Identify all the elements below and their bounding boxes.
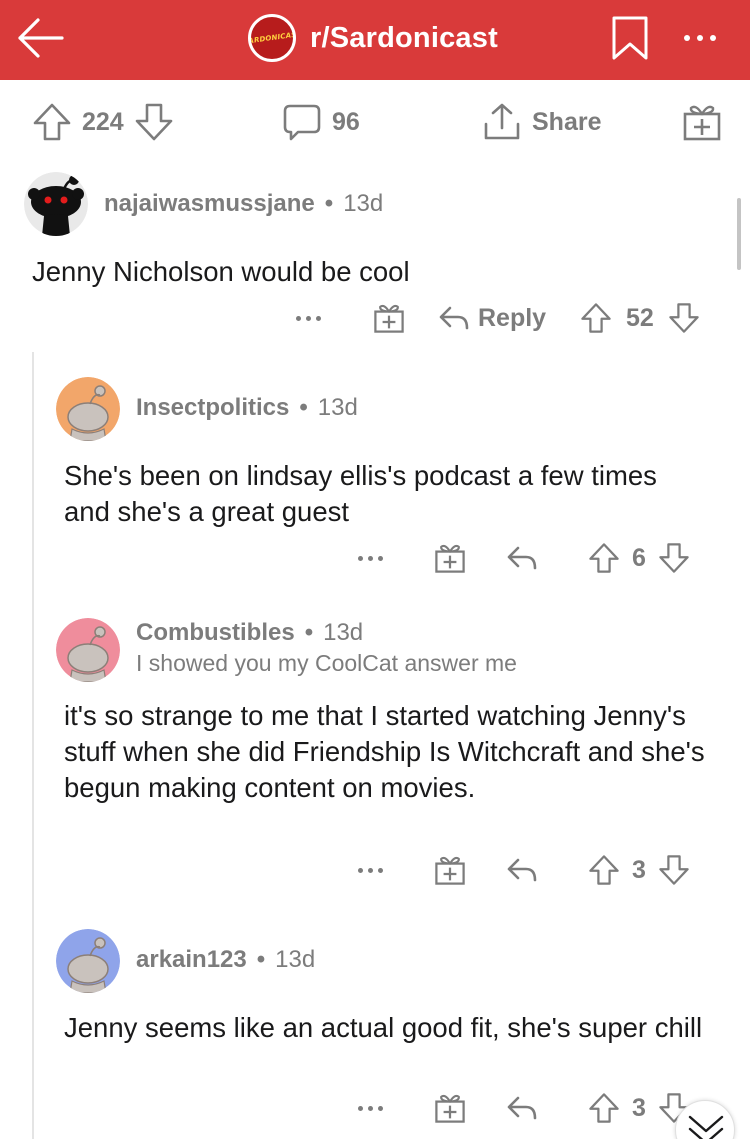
comment-age: 13d xyxy=(343,190,384,217)
reply-icon xyxy=(439,306,469,330)
username[interactable]: Combustibles xyxy=(136,619,295,647)
share-button[interactable]: Share xyxy=(482,100,601,144)
dot-separator: • xyxy=(324,190,334,217)
chevron-down-icon xyxy=(688,1115,724,1139)
username[interactable]: najaiwasmussjane xyxy=(104,190,315,218)
reply-icon[interactable] xyxy=(506,538,538,578)
more-icon[interactable] xyxy=(358,538,383,578)
share-icon xyxy=(484,103,520,140)
dot-separator: • xyxy=(299,394,308,421)
more-icon[interactable] xyxy=(358,1088,383,1128)
upvote-icon[interactable] xyxy=(32,102,72,142)
bookmark-icon[interactable] xyxy=(610,14,650,62)
comment-actions: Reply 52 xyxy=(0,298,750,338)
more-icon[interactable] xyxy=(670,20,730,56)
username[interactable]: Insectpolitics xyxy=(136,394,289,422)
scrollbar[interactable] xyxy=(737,198,741,270)
vote-score: 3 xyxy=(632,1093,646,1122)
dot-separator: • xyxy=(304,619,314,646)
comment-meta: arkain123 • 13d xyxy=(136,946,315,974)
more-icon[interactable] xyxy=(358,850,383,890)
post-action-bar: 224 96 Share xyxy=(0,80,750,164)
vote-score: 52 xyxy=(626,303,654,332)
comment-body: Jenny seems like an actual good fit, she… xyxy=(64,1012,703,1043)
top-bar: SARDONICAST r/Sardonicast xyxy=(0,0,750,80)
post-upvote-count: 224 xyxy=(82,107,124,136)
comment-age: 13d xyxy=(323,619,364,646)
avatar[interactable] xyxy=(24,172,88,236)
downvote-icon[interactable] xyxy=(134,102,174,142)
comment-count: 96 xyxy=(332,107,360,136)
comments-button[interactable]: 96 xyxy=(282,100,360,144)
award-icon[interactable] xyxy=(434,850,466,890)
vote-group: 3 xyxy=(588,850,690,890)
upvote-icon[interactable] xyxy=(580,301,612,335)
subreddit-logo: SARDONICAST xyxy=(248,14,296,62)
downvote-icon[interactable] xyxy=(668,301,700,335)
share-label: Share xyxy=(532,107,602,136)
vote-score: 3 xyxy=(632,855,646,884)
dot-separator: • xyxy=(256,946,266,973)
comment-meta: Combustibles • 13d xyxy=(136,619,363,647)
award-button[interactable] xyxy=(682,100,722,144)
award-icon[interactable] xyxy=(434,1088,466,1128)
reply-icon[interactable] xyxy=(506,1088,538,1128)
comment-icon xyxy=(283,104,321,141)
user-flair: I showed you my CoolCat answer me xyxy=(136,650,517,676)
comment-meta: Insectpolitics • 13d xyxy=(136,394,358,422)
upvote-icon[interactable] xyxy=(588,1091,620,1125)
comment-actions: 6 xyxy=(0,538,750,578)
upvote-icon[interactable] xyxy=(588,541,620,575)
comment-age: 13d xyxy=(275,946,316,973)
thread-line[interactable] xyxy=(32,352,34,1139)
back-arrow-icon[interactable] xyxy=(14,12,66,64)
post-vote-group: 224 xyxy=(32,100,174,144)
comment-meta: najaiwasmussjane • 13d xyxy=(104,190,383,218)
award-icon[interactable] xyxy=(373,298,405,338)
comment-actions: 3 xyxy=(0,850,750,890)
comment-body: Jenny Nicholson would be cool xyxy=(32,256,410,287)
downvote-icon[interactable] xyxy=(658,541,690,575)
vote-group: 3 xyxy=(588,1088,690,1128)
avatar[interactable] xyxy=(56,929,120,993)
avatar[interactable] xyxy=(56,377,120,441)
avatar[interactable] xyxy=(56,618,120,682)
vote-score: 6 xyxy=(632,543,646,572)
more-icon[interactable] xyxy=(296,298,321,338)
subreddit-name[interactable]: r/Sardonicast xyxy=(310,22,498,55)
award-icon xyxy=(683,105,721,141)
reply-icon[interactable] xyxy=(506,850,538,890)
downvote-icon[interactable] xyxy=(658,853,690,887)
subreddit-title[interactable]: SARDONICAST r/Sardonicast xyxy=(248,14,498,62)
username[interactable]: arkain123 xyxy=(136,946,247,974)
upvote-icon[interactable] xyxy=(588,853,620,887)
comment-body: She's been on lindsay ellis's podcast a … xyxy=(64,460,657,527)
comment-age: 13d xyxy=(317,394,358,421)
vote-group: 6 xyxy=(588,538,690,578)
comment-actions: 3 xyxy=(0,1088,750,1128)
vote-group: 52 xyxy=(580,298,700,338)
reply-button[interactable]: Reply xyxy=(438,298,546,338)
comment-body: it's so strange to me that I started wat… xyxy=(64,700,705,803)
award-icon[interactable] xyxy=(434,538,466,578)
reply-label: Reply xyxy=(478,303,547,332)
